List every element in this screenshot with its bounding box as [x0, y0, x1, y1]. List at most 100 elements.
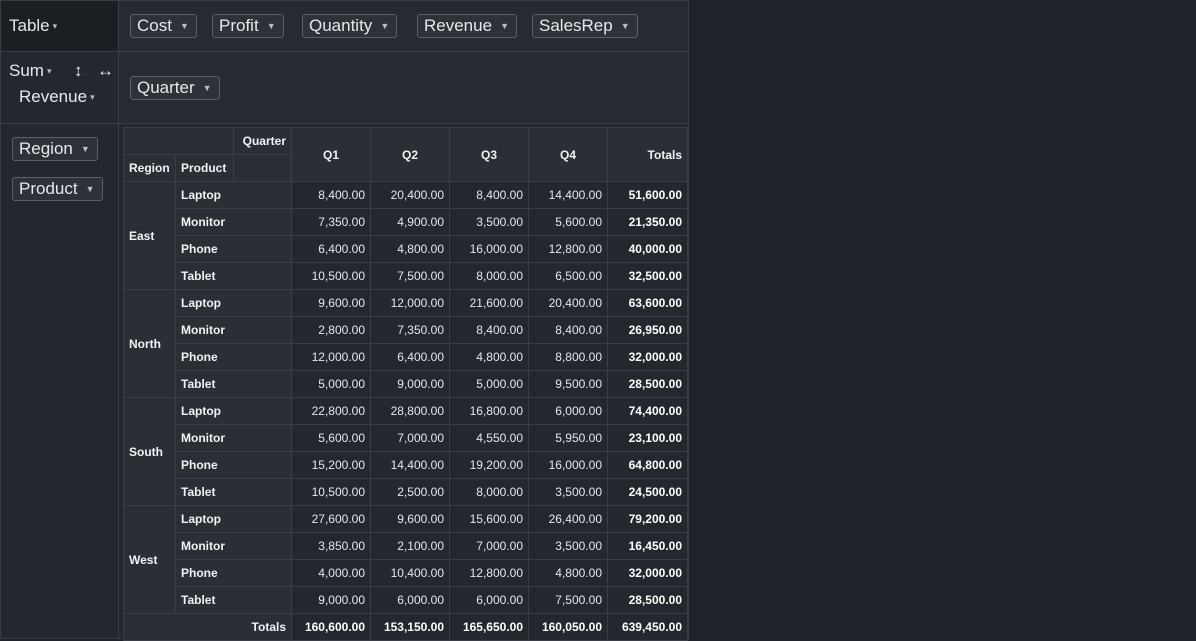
chevron-down-icon[interactable]: ▼ — [203, 83, 212, 93]
value-cell: 12,000.00 — [370, 289, 450, 317]
row-header-region: South — [123, 397, 176, 506]
field-pill-quarter[interactable]: Quarter ▼ — [130, 76, 220, 100]
value-cell: 6,000.00 — [449, 586, 529, 614]
row-sort-icon[interactable]: ↕ — [74, 61, 83, 81]
chevron-down-icon[interactable]: ▼ — [180, 21, 189, 31]
chevron-down-icon: ▾ — [52, 21, 58, 31]
renderer-label: Table — [9, 16, 50, 35]
chevron-down-icon[interactable]: ▼ — [621, 21, 630, 31]
row-header-product: Tablet — [175, 262, 292, 290]
field-pill-salesrep[interactable]: SalesRep ▼ — [532, 14, 638, 38]
field-label: Cost — [137, 16, 172, 35]
row-header-product: Phone — [175, 235, 292, 263]
totals-row-label: Totals — [123, 613, 292, 641]
field-label: Profit — [219, 16, 259, 35]
value-cell: 26,400.00 — [528, 505, 608, 533]
value-cell: 5,000.00 — [291, 370, 371, 398]
chevron-down-icon[interactable]: ▼ — [267, 21, 276, 31]
row-header-product: Tablet — [175, 586, 292, 614]
value-cell: 5,950.00 — [528, 424, 608, 452]
value-cell: 6,400.00 — [291, 235, 371, 263]
field-label: Quarter — [137, 78, 195, 97]
row-total: 40,000.00 — [607, 235, 688, 263]
table-row: Tablet 10,500.00 7,500.00 8,000.00 6,500.00 3… — [124, 262, 688, 290]
row-attr-label: Region — [123, 154, 176, 182]
chevron-down-icon[interactable]: ▼ — [380, 21, 389, 31]
value-cell: 2,800.00 — [291, 316, 371, 344]
row-total: 21,350.00 — [607, 208, 688, 236]
table-row: Phone 15,200.00 14,400.00 19,200.00 16,000.0… — [124, 451, 688, 479]
value-cell: 20,400.00 — [370, 181, 450, 209]
table-row: East Laptop 8,400.00 20,400.00 8,400.00 14,40… — [123, 181, 688, 290]
value-cell: 8,400.00 — [449, 181, 529, 209]
row-header-product: Laptop — [175, 289, 292, 317]
value-cell: 15,600.00 — [449, 505, 529, 533]
row-header-product: Tablet — [175, 478, 292, 506]
field-pill-product[interactable]: Product ▼ — [12, 177, 103, 201]
row-total: 64,800.00 — [607, 451, 688, 479]
value-cell: 28,800.00 — [370, 397, 450, 425]
value-cell: 9,600.00 — [370, 505, 450, 533]
value-cell: 16,800.00 — [449, 397, 529, 425]
field-label: Quantity — [309, 16, 373, 35]
chevron-down-icon[interactable]: ▼ — [500, 21, 509, 31]
chevron-down-icon[interactable]: ▼ — [86, 184, 95, 194]
field-pill-profit[interactable]: Profit ▼ — [212, 14, 284, 38]
row-header-product: Phone — [175, 451, 292, 479]
col-header-q2: Q2 — [370, 127, 450, 182]
field-pill-quantity[interactable]: Quantity ▼ — [302, 14, 398, 38]
value-cell: 22,800.00 — [291, 397, 371, 425]
value-cell: 4,800.00 — [370, 235, 450, 263]
aggregator-label: Sum — [9, 61, 44, 80]
value-cell: 5,600.00 — [528, 208, 608, 236]
col-sort-icon[interactable]: ↔ — [97, 61, 114, 81]
chevron-down-icon: ▾ — [90, 92, 95, 102]
value-cell: 7,500.00 — [370, 262, 450, 290]
value-cell: 3,500.00 — [528, 478, 608, 506]
col-header-totals: Totals — [607, 127, 688, 182]
renderer-select[interactable]: Table ▾ — [9, 16, 57, 36]
row-total: 32,000.00 — [607, 343, 688, 371]
row-header-product: Phone — [175, 559, 292, 587]
table-row: West Laptop 27,600.00 9,600.00 15,600.00 26,4… — [123, 505, 688, 614]
row-header-product: Monitor — [175, 424, 292, 452]
value-cell: 5,000.00 — [449, 370, 529, 398]
table-row: North Laptop 9,600.00 12,000.00 21,600.00 20,… — [123, 289, 688, 398]
value-cell: 4,000.00 — [291, 559, 371, 587]
value-cell: 14,400.00 — [370, 451, 450, 479]
table-row: Tablet 9,000.00 6,000.00 6,000.00 7,500.00 28… — [124, 586, 688, 614]
value-cell: 6,000.00 — [370, 586, 450, 614]
table-row: Monitor 3,850.00 2,100.00 7,000.00 3,500.00 1… — [124, 532, 688, 560]
row-total: 26,950.00 — [607, 316, 688, 344]
value-cell: 10,400.00 — [370, 559, 450, 587]
chevron-down-icon[interactable]: ▼ — [81, 144, 90, 154]
row-header-region: West — [123, 505, 176, 614]
field-pill-cost[interactable]: Cost ▼ — [130, 14, 197, 38]
value-cell: 3,500.00 — [449, 208, 529, 236]
value-cell: 5,600.00 — [291, 424, 371, 452]
header-spacer — [233, 154, 292, 182]
value-cell: 9,500.00 — [528, 370, 608, 398]
aggregator-attribute-select[interactable]: Revenue ▾ — [19, 87, 95, 107]
value-cell: 2,100.00 — [370, 532, 450, 560]
col-header-q1: Q1 — [291, 127, 371, 182]
value-cell: 27,600.00 — [291, 505, 371, 533]
value-cell: 10,500.00 — [291, 262, 371, 290]
aggregator-select[interactable]: Sum ▾ — [9, 61, 52, 81]
row-header-product: Phone — [175, 343, 292, 371]
value-cell: 6,000.00 — [528, 397, 608, 425]
value-cell: 9,000.00 — [291, 586, 371, 614]
value-cell: 4,550.00 — [449, 424, 529, 452]
col-header-q4: Q4 — [528, 127, 608, 182]
row-header-product: Monitor — [175, 532, 292, 560]
field-pill-revenue[interactable]: Revenue ▼ — [417, 14, 517, 38]
value-cell: 12,800.00 — [528, 235, 608, 263]
field-pill-region[interactable]: Region ▼ — [12, 137, 98, 161]
table-row: Monitor 7,350.00 4,900.00 3,500.00 5,600.00 2… — [124, 208, 688, 236]
value-cell: 6,400.00 — [370, 343, 450, 371]
row-header-product: Tablet — [175, 370, 292, 398]
value-cell: 2,500.00 — [370, 478, 450, 506]
table-row: Phone 4,000.00 10,400.00 12,800.00 4,800.00 3… — [124, 559, 688, 587]
row-header-region: East — [123, 181, 176, 290]
col-attr-label: Quarter — [233, 127, 292, 155]
